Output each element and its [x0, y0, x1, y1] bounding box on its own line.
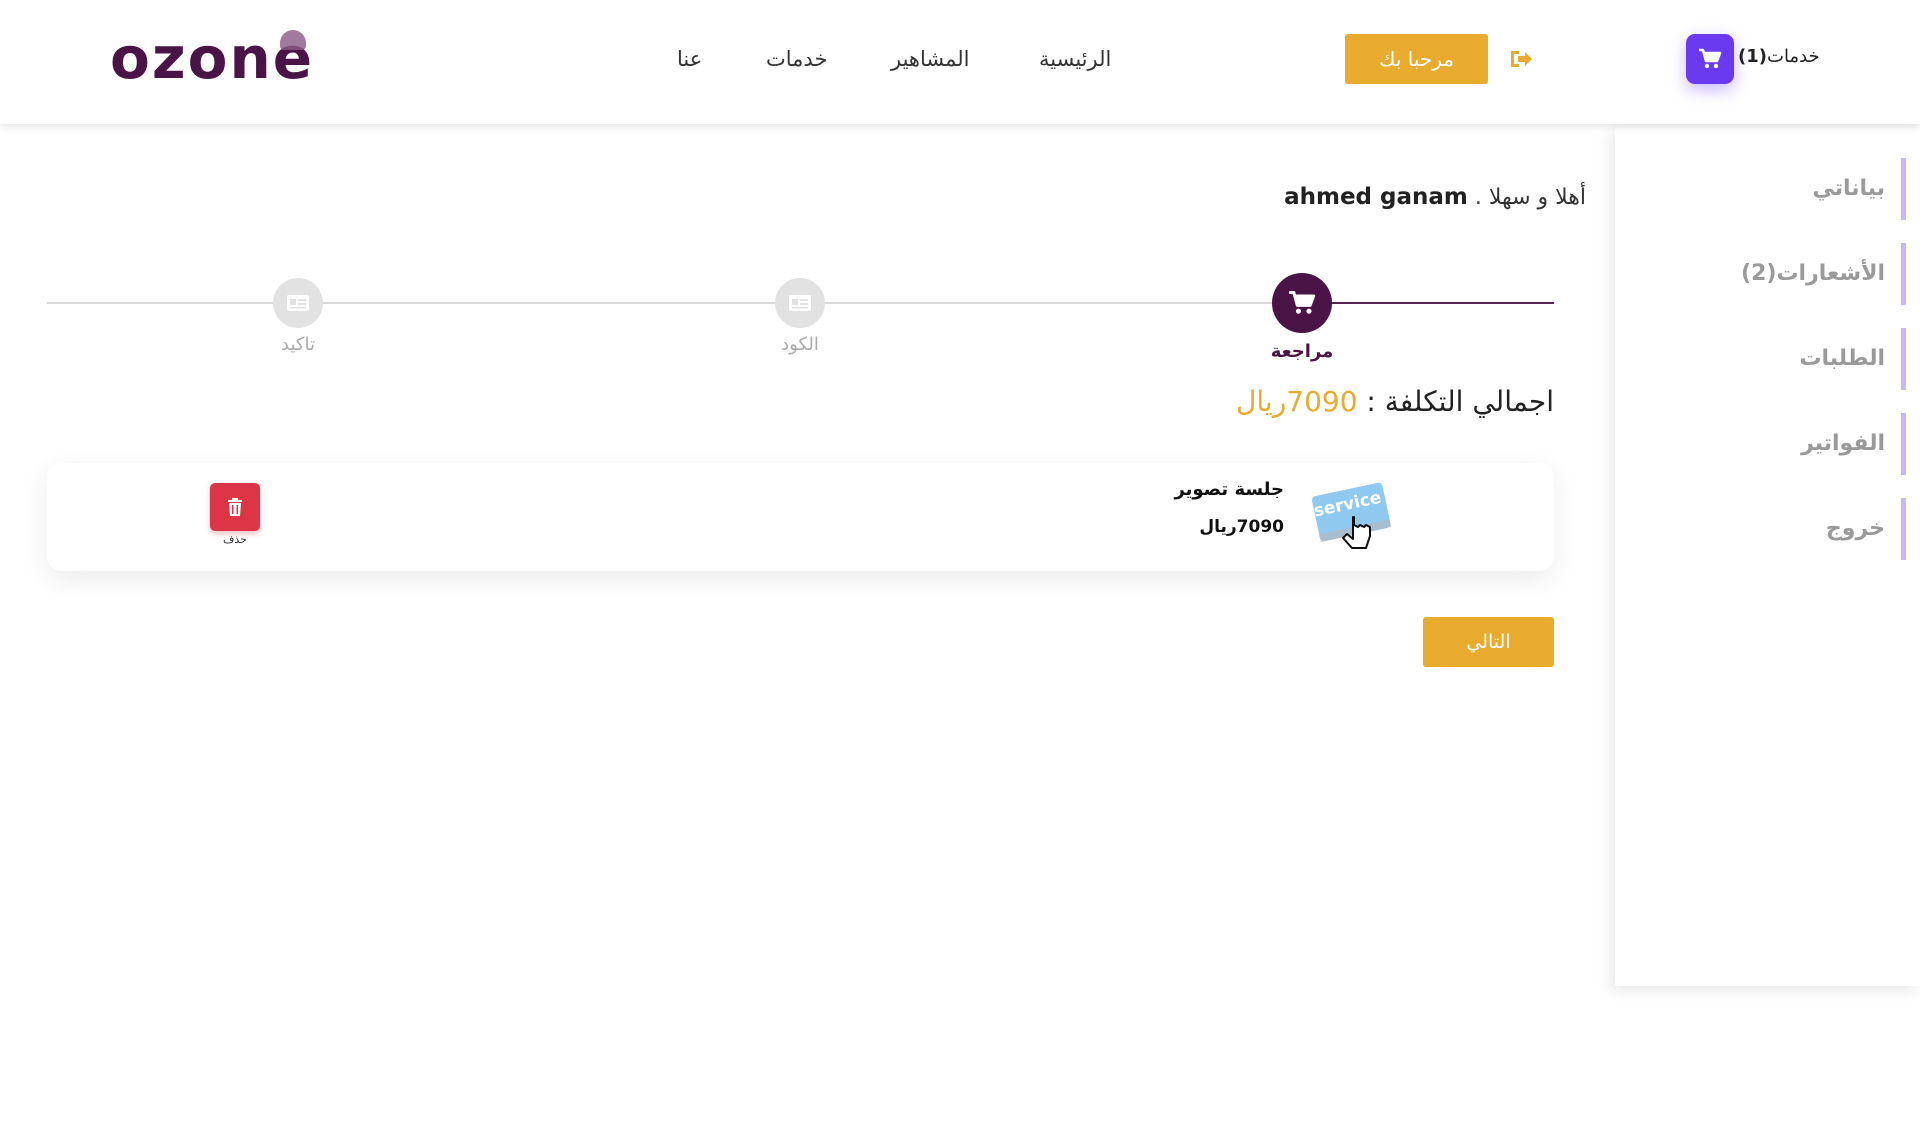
step-review[interactable]: [1272, 273, 1332, 333]
item-name: جلسة تصوير: [1174, 479, 1284, 500]
nav-about[interactable]: عنا: [677, 45, 702, 73]
cart-count: (1): [1738, 46, 1767, 67]
logout-icon[interactable]: [1508, 47, 1534, 71]
nav-celebrities[interactable]: المشاهير: [891, 45, 970, 73]
sidebar-item-logout[interactable]: خروج: [1646, 498, 1906, 560]
item-price: 7090ريال: [1199, 517, 1284, 537]
stepper-line-pending: [47, 302, 1302, 304]
step-confirm-label: تاكيد: [281, 334, 315, 355]
top-header: ozone الرئيسية المشاهير خدمات عنا مرحبا …: [0, 0, 1920, 124]
step-code-label: الكود: [781, 334, 819, 355]
sidebar-item-notifications[interactable]: الأشعارات(2): [1646, 243, 1906, 305]
cart-label[interactable]: خدمات(1): [1738, 46, 1820, 67]
nav-services[interactable]: خدمات: [766, 45, 827, 73]
main-nav: الرئيسية المشاهير خدمات عنا: [0, 45, 1920, 75]
account-sidebar: بياناتي الأشعارات(2) الطلبات الفواتير خر…: [1615, 128, 1920, 986]
total-value: 7090ريال: [1236, 385, 1358, 418]
total-label: اجمالي التكلفة :: [1366, 385, 1554, 418]
cart-button[interactable]: [1686, 34, 1734, 84]
total-cost: اجمالي التكلفة : 7090ريال: [1236, 385, 1554, 418]
id-card-icon: [789, 295, 811, 311]
cart-icon: [1699, 48, 1722, 69]
nav-home[interactable]: الرئيسية: [1039, 45, 1111, 73]
sidebar-item-invoices[interactable]: الفواتير: [1646, 413, 1906, 475]
sidebar-item-my-data[interactable]: بياناتي: [1646, 158, 1906, 220]
cart-icon: [1289, 290, 1316, 314]
cart-item: service جلسة تصوير 7090ريال حذف: [47, 463, 1554, 571]
step-confirm[interactable]: [273, 278, 323, 328]
stepper-line-done: [1302, 302, 1554, 304]
step-review-label: مراجعة: [1270, 341, 1334, 362]
next-button[interactable]: التالي: [1423, 617, 1554, 667]
service-image: service: [1311, 482, 1392, 549]
step-code[interactable]: [775, 278, 825, 328]
sidebar-item-orders[interactable]: الطلبات: [1646, 328, 1906, 390]
delete-label: حذف: [223, 533, 247, 546]
delete-button[interactable]: [210, 483, 260, 531]
greeting: أهلا و سهلا . ahmed ganam: [1284, 184, 1586, 210]
trash-icon: [228, 498, 242, 516]
greeting-prefix: أهلا و سهلا .: [1474, 185, 1586, 210]
welcome-button[interactable]: مرحبا بك: [1345, 34, 1488, 84]
id-card-icon: [287, 295, 309, 311]
user-name: ahmed ganam: [1284, 184, 1468, 210]
